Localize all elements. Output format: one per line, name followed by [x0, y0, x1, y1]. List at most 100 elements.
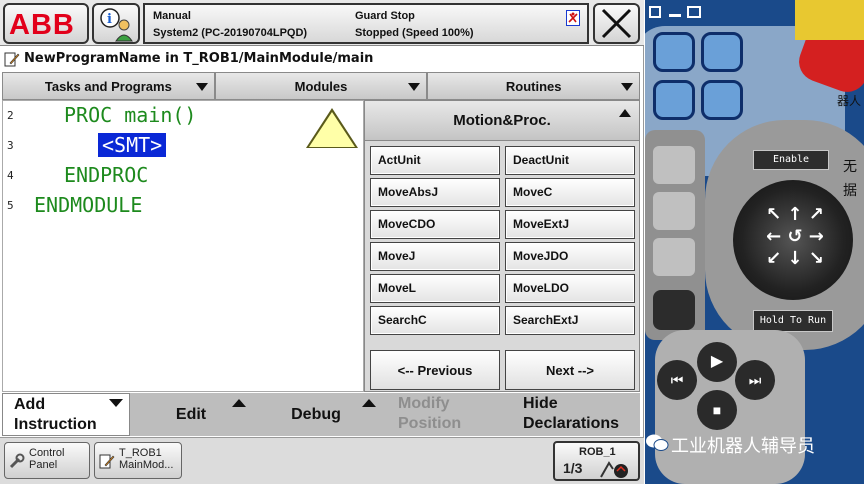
robot-speed-icon	[600, 461, 628, 478]
hide-label-1: Hide	[523, 395, 558, 412]
taskbar: Control Panel T_ROB1 MainMod... ROB_1 1/…	[0, 437, 644, 484]
chevron-down-icon	[109, 399, 123, 407]
instr-movecdo[interactable]: MoveCDO	[370, 210, 500, 239]
task-mainmodule-button[interactable]: T_ROB1 MainMod...	[94, 442, 182, 479]
info-person-icon: i	[100, 8, 133, 42]
chevron-down-icon	[195, 83, 208, 91]
control-panel-button[interactable]: Control Panel	[4, 442, 90, 479]
instr-moveldo[interactable]: MoveLDO	[505, 274, 635, 303]
abb-menu-button[interactable]: ABB	[3, 3, 89, 44]
svg-text:i: i	[107, 12, 112, 27]
debug-button[interactable]: Debug	[252, 393, 380, 436]
instr-searchextj[interactable]: SearchExtJ	[505, 306, 635, 335]
panel-header[interactable]: Motion&Proc.	[365, 101, 639, 141]
system-text: System2 (PC-20190704LPQD)	[153, 27, 308, 39]
motion-mode-button[interactable]	[653, 192, 695, 230]
step-back-button[interactable]: ⏮	[657, 360, 697, 400]
hold-to-run-label: Hold To Run	[753, 310, 833, 332]
command-bar: Add Instruction Edit Debug Modify Positi…	[2, 393, 640, 436]
hide-label-2: Declarations	[523, 415, 620, 432]
bg-cjk-text-2: 据	[843, 183, 857, 199]
instruction-panel: Motion&Proc. ActUnit DeactUnit MoveAbsJ …	[364, 100, 640, 392]
modify-label-1: Modify	[398, 395, 450, 412]
debug-label: Debug	[291, 405, 341, 423]
chevron-down-icon	[621, 83, 634, 91]
watermark-text: 工业机器人辅导员	[671, 436, 815, 457]
casing-yellow	[795, 0, 864, 40]
instr-movel[interactable]: MoveL	[370, 274, 500, 303]
code-line-proc[interactable]: PROC main()	[64, 103, 196, 127]
maximize-icon[interactable]	[687, 6, 701, 18]
task-label-2: MainMod...	[119, 459, 174, 471]
guard-text: Guard Stop	[355, 10, 415, 22]
event-log-button[interactable]: i	[92, 3, 140, 44]
program-pencil-icon	[4, 52, 20, 67]
instr-moveabsj[interactable]: MoveAbsJ	[370, 178, 500, 207]
flexpendant-hardware: Enable Hold To Run ↖ ↑ ↗ ← ↺ → ↙ ↓ ↘ ▶ ⏮ ⏭…	[645, 0, 864, 484]
instr-movec[interactable]: MoveC	[505, 178, 635, 207]
add-instruction-button[interactable]: Add Instruction	[2, 393, 130, 436]
flexpendant-screen: ABB i Manual System2 (PC-20190704LPQD) G…	[0, 0, 644, 484]
control-label-1: Control	[29, 447, 65, 459]
arrow-icon: ↖ ↑ ↗ ← ↺ → ↙ ↓ ↘	[766, 204, 824, 269]
top-bar: ABB i Manual System2 (PC-20190704LPQD) G…	[0, 0, 644, 46]
next-button[interactable]: Next -->	[505, 350, 635, 390]
key-4[interactable]	[701, 80, 743, 120]
instr-movejdo[interactable]: MoveJDO	[505, 242, 635, 271]
tab-routines[interactable]: Routines	[427, 72, 641, 100]
quickset-button[interactable]: ROB_1 1/3	[553, 441, 640, 481]
editor-tabs: Tasks and Programs Modules Routines	[2, 72, 641, 100]
close-button[interactable]	[593, 3, 640, 44]
control-label-2: Panel	[29, 459, 58, 471]
restore-icon[interactable]	[649, 6, 661, 18]
bg-cjk-text-1: 无	[843, 159, 857, 175]
status-bar[interactable]: Manual System2 (PC-20190704LPQD) Guard S…	[143, 3, 589, 44]
instr-actunit[interactable]: ActUnit	[370, 146, 500, 175]
instr-deactunit[interactable]: DeactUnit	[505, 146, 635, 175]
minimize-icon[interactable]	[669, 14, 681, 17]
modify-label-2: Position	[398, 415, 462, 432]
chevron-up-icon	[232, 399, 246, 407]
previous-button[interactable]: <-- Previous	[370, 350, 500, 390]
chevron-up-icon	[619, 109, 631, 117]
play-button[interactable]: ▶	[697, 342, 737, 382]
tab-modules[interactable]: Modules	[214, 72, 428, 100]
line-number: 2	[7, 109, 14, 122]
code-line-endproc[interactable]: ENDPROC	[64, 163, 148, 187]
add-label-2: Instruction	[14, 416, 97, 433]
modify-position-button[interactable]: Modify Position	[398, 393, 498, 436]
task-icon	[99, 454, 115, 469]
rob-label: ROB_1	[579, 446, 616, 458]
enable-label: Enable	[753, 150, 829, 170]
stop-button[interactable]: ■	[697, 390, 737, 430]
close-icon	[601, 8, 632, 39]
more-button[interactable]	[653, 290, 695, 330]
chevron-up-icon	[362, 399, 376, 407]
edit-button[interactable]: Edit	[132, 393, 250, 436]
rob-speed-fraction: 1/3	[563, 460, 583, 476]
code-line-endmodule[interactable]: ENDMODULE	[34, 193, 142, 217]
instr-searchc[interactable]: SearchC	[370, 306, 500, 335]
chevron-down-icon	[408, 83, 421, 91]
increment-button[interactable]	[653, 238, 695, 276]
bg-cjk-text-3: 器人	[837, 94, 862, 108]
tab-label: Routines	[505, 78, 562, 94]
guard-stop-icon	[566, 10, 580, 26]
step-forward-button[interactable]: ⏭	[735, 360, 775, 400]
task-label-1: T_ROB1	[119, 447, 162, 459]
tab-tasks-and-programs[interactable]: Tasks and Programs	[2, 72, 215, 100]
mode-text: Manual	[153, 10, 191, 22]
instr-moveextj[interactable]: MoveExtJ	[505, 210, 635, 239]
key-3[interactable]	[653, 80, 695, 120]
panel-title: Motion&Proc.	[453, 112, 551, 129]
hide-declarations-button[interactable]: Hide Declarations	[523, 393, 638, 436]
control-panel-icon	[9, 453, 25, 469]
instr-movej[interactable]: MoveJ	[370, 242, 500, 271]
key-2[interactable]	[701, 32, 743, 72]
abb-logo: ABB	[9, 9, 75, 41]
key-1[interactable]	[653, 32, 695, 72]
code-line-smt[interactable]: <SMT>	[98, 133, 167, 157]
mech-unit-button[interactable]	[653, 146, 695, 184]
line-number: 4	[7, 169, 14, 182]
program-path: NewProgramName in T_ROB1/MainModule/main	[0, 48, 644, 70]
